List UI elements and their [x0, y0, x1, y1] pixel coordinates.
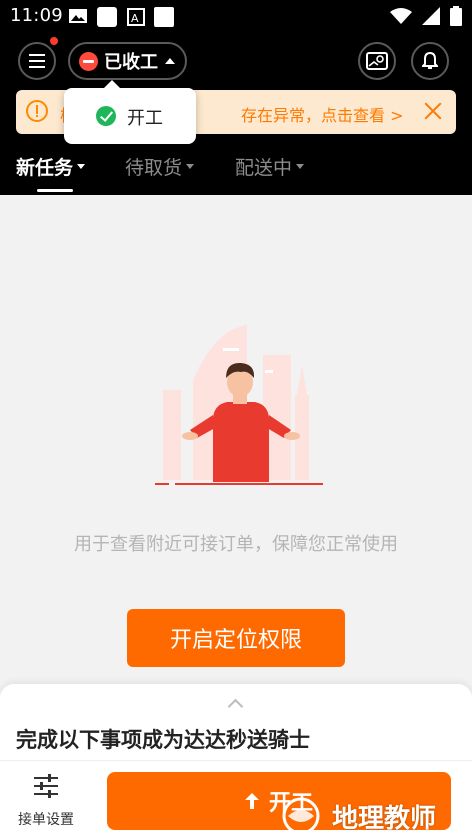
- start-work-popup[interactable]: 开工: [64, 80, 196, 144]
- app-icon: [97, 7, 117, 27]
- tab-label: 配送中: [235, 157, 293, 179]
- caret-down-icon: [186, 164, 195, 169]
- sheet-title: 完成以下事项成为达达秒送骑士: [16, 728, 310, 752]
- menu-icon: [29, 54, 45, 68]
- battery-icon: [450, 6, 462, 26]
- check-circle-icon: [96, 106, 116, 126]
- caret-down-icon: [77, 164, 86, 169]
- status-bar: 11:09 A: [0, 0, 472, 32]
- arrow-up-icon: [244, 793, 259, 809]
- tab-delivering[interactable]: 配送中: [235, 153, 305, 180]
- signal-icon: [422, 7, 440, 25]
- order-settings-button[interactable]: 接单设置: [10, 773, 82, 829]
- notification-dot: [50, 37, 58, 45]
- work-status-label: 已收工: [104, 52, 158, 73]
- stop-icon: [79, 51, 98, 71]
- close-icon[interactable]: [422, 100, 444, 122]
- enable-location-button[interactable]: 开启定位权限: [127, 609, 345, 667]
- watermark: 地理教师: [278, 796, 436, 836]
- menu-button[interactable]: [18, 42, 56, 80]
- empty-state-illustration: [155, 325, 323, 485]
- status-right: [390, 6, 462, 26]
- notice-text: 存在异常，点击查看 >: [241, 106, 404, 125]
- caret-up-icon: [165, 58, 175, 64]
- map-icon: [366, 52, 388, 70]
- tab-pending-pickup[interactable]: 待取货: [125, 153, 195, 180]
- app-icon-2: [154, 7, 174, 27]
- tab-label: 新任务: [16, 157, 74, 179]
- wifi-icon: [390, 8, 412, 24]
- order-tabs: 新任务 待取货 配送中: [0, 148, 472, 194]
- map-button[interactable]: [358, 42, 396, 80]
- popup-label: 开工: [127, 108, 163, 129]
- tab-active-indicator: [37, 189, 73, 192]
- caret-down-icon: [296, 164, 305, 169]
- watermark-logo-icon: [282, 797, 320, 835]
- sliders-icon: [34, 774, 58, 798]
- notifications-button[interactable]: [411, 42, 449, 80]
- image-icon: [69, 9, 87, 23]
- tab-new-tasks[interactable]: 新任务: [16, 153, 86, 180]
- bell-icon: [422, 52, 438, 69]
- chevron-up-icon[interactable]: [227, 696, 243, 712]
- tab-label: 待取货: [125, 157, 183, 179]
- font-icon: A: [127, 8, 145, 26]
- warning-icon: [26, 100, 48, 122]
- top-header: 11:09 A 已收工 核 存在异常，点击查看 >: [0, 0, 472, 195]
- watermark-text: 地理教师: [332, 803, 437, 834]
- status-time: 11:09: [10, 5, 63, 26]
- svg-text:A: A: [131, 12, 139, 25]
- work-status-toggle[interactable]: 已收工: [68, 42, 187, 80]
- settings-label: 接单设置: [18, 812, 74, 828]
- empty-state-message: 用于查看附近可接订单，保障您正常使用: [74, 534, 398, 555]
- header-bar: 已收工: [0, 37, 472, 86]
